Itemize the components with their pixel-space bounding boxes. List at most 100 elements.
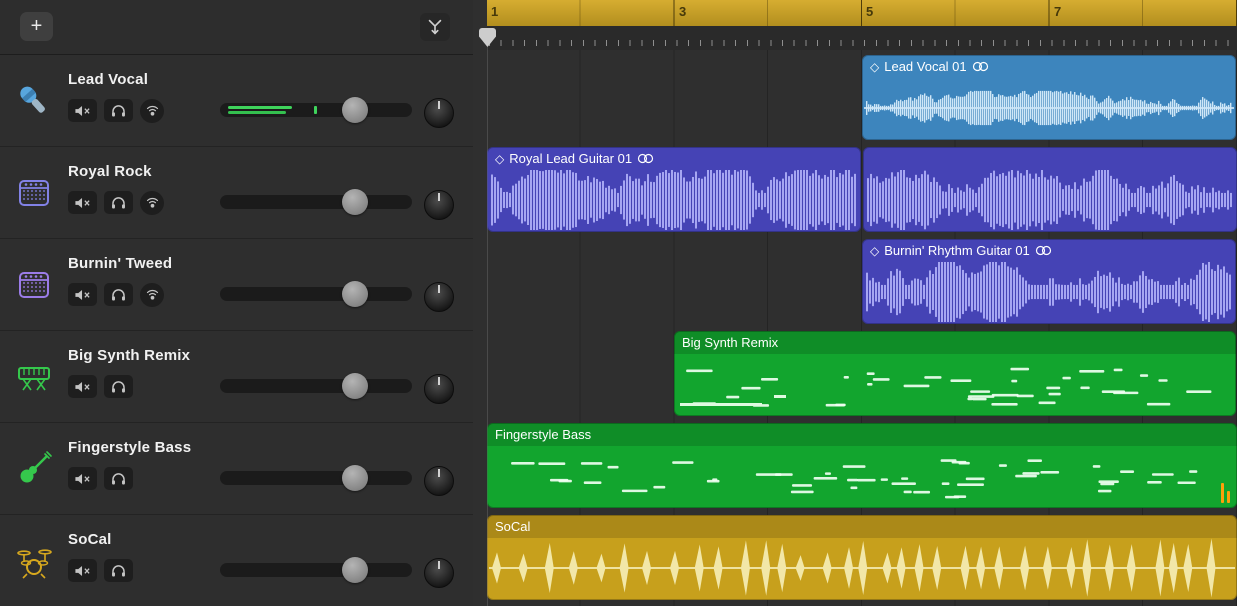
region-header: ◇ Royal Lead Guitar 01 — [487, 147, 861, 170]
headphones-icon — [111, 197, 126, 209]
follow-tempo-icon: ◇ — [495, 153, 504, 165]
bar-number: 3 — [679, 4, 686, 19]
guitar-amp-icon — [12, 261, 56, 309]
region-royal-lead-guitar-01-continued[interactable] — [863, 147, 1237, 232]
headphones-icon — [111, 473, 126, 485]
headphones-button[interactable] — [104, 375, 133, 398]
volume-slider[interactable] — [220, 563, 412, 577]
headphones-button[interactable] — [104, 467, 133, 490]
monitoring-icon — [145, 289, 160, 301]
region-label: Royal Lead Guitar 01 — [509, 151, 632, 166]
mute-speaker-icon — [74, 473, 91, 485]
volume-thumb[interactable] — [342, 97, 368, 123]
region-big-synth-remix[interactable]: Big Synth Remix — [674, 331, 1236, 416]
mute-speaker-icon — [74, 105, 91, 117]
guitar-amp-icon — [12, 169, 56, 217]
pan-knob[interactable] — [424, 558, 454, 588]
region-label: Fingerstyle Bass — [495, 427, 591, 442]
track-header-toolbar: + — [0, 0, 473, 55]
out-of-range-note-tick — [1227, 491, 1230, 503]
drum-kit-icon — [12, 537, 56, 585]
region-label: Lead Vocal 01 — [884, 59, 966, 74]
waveform — [864, 262, 1234, 322]
monitoring-button[interactable] — [140, 99, 164, 123]
track-row-burnin-tweed[interactable]: Burnin' Tweed — [0, 239, 473, 331]
track-row-big-synth-remix[interactable]: Big Synth Remix — [0, 331, 473, 423]
timeline-panel: 1 3 5 7 ◇ Lead Vocal 01 ◇ Royal Lea — [473, 0, 1237, 606]
track-name: Royal Rock — [68, 163, 152, 180]
volume-thumb[interactable] — [342, 281, 368, 307]
volume-slider[interactable] — [220, 379, 412, 393]
region-royal-lead-guitar-01[interactable]: ◇ Royal Lead Guitar 01 — [487, 147, 861, 232]
region-header — [863, 147, 1237, 170]
sub-beat-ruler[interactable] — [487, 26, 1237, 50]
volume-slider[interactable] — [220, 471, 412, 485]
headphones-button[interactable] — [104, 559, 133, 582]
track-row-socal[interactable]: SoCal — [0, 515, 473, 606]
pan-knob[interactable] — [424, 466, 454, 496]
midi-notes — [489, 446, 1235, 506]
headphones-icon — [111, 105, 126, 117]
headphones-icon — [111, 565, 126, 577]
bar-number: 7 — [1054, 4, 1061, 19]
volume-thumb[interactable] — [342, 465, 368, 491]
volume-slider[interactable] — [220, 195, 412, 209]
region-lead-vocal-01[interactable]: ◇ Lead Vocal 01 — [862, 55, 1236, 140]
mute-button[interactable] — [68, 99, 97, 122]
track-buttons — [68, 191, 164, 215]
region-header: Big Synth Remix — [674, 331, 1236, 354]
mute-button[interactable] — [68, 191, 97, 214]
track-buttons — [68, 283, 164, 307]
waveform — [864, 78, 1234, 138]
mute-button[interactable] — [68, 559, 97, 582]
out-of-range-note-tick — [1221, 483, 1224, 503]
headphones-button[interactable] — [104, 99, 133, 122]
waveform — [865, 170, 1235, 230]
region-fingerstyle-bass[interactable]: Fingerstyle Bass — [487, 423, 1237, 508]
region-header: ◇ Lead Vocal 01 — [862, 55, 1236, 78]
add-track-button[interactable]: + — [20, 12, 53, 41]
pan-knob[interactable] — [424, 282, 454, 312]
monitoring-button[interactable] — [140, 191, 164, 215]
playhead-line — [487, 47, 488, 606]
track-name: SoCal — [68, 531, 112, 548]
mute-button[interactable] — [68, 283, 97, 306]
bar-number: 5 — [866, 4, 873, 19]
midi-notes — [676, 354, 1234, 414]
volume-thumb[interactable] — [342, 373, 368, 399]
track-row-fingerstyle-bass[interactable]: Fingerstyle Bass — [0, 423, 473, 515]
track-buttons — [68, 467, 133, 490]
beat-ruler[interactable]: 1 3 5 7 — [487, 0, 1237, 26]
region-burnin-rhythm-guitar-01[interactable]: ◇ Burnin' Rhythm Guitar 01 — [862, 239, 1236, 324]
pan-knob[interactable] — [424, 98, 454, 128]
volume-thumb[interactable] — [342, 557, 368, 583]
region-socal[interactable]: SoCal — [487, 515, 1237, 600]
track-buttons — [68, 99, 164, 123]
mute-speaker-icon — [74, 197, 91, 209]
region-label: SoCal — [495, 519, 530, 534]
headphones-button[interactable] — [104, 191, 133, 214]
region-label: Big Synth Remix — [682, 335, 778, 350]
track-row-lead-vocal[interactable]: Lead Vocal — [0, 55, 473, 147]
track-header-panel: + Lead Vocal — [0, 0, 473, 606]
pan-knob[interactable] — [424, 190, 454, 220]
volume-thumb[interactable] — [342, 189, 368, 215]
volume-slider[interactable] — [220, 103, 412, 117]
loop-rings-icon — [637, 153, 654, 164]
monitoring-button[interactable] — [140, 283, 164, 307]
track-header-control-button[interactable] — [420, 13, 450, 41]
track-name: Lead Vocal — [68, 71, 148, 88]
track-row-royal-rock[interactable]: Royal Rock — [0, 147, 473, 239]
follow-tempo-icon: ◇ — [870, 61, 879, 73]
mute-speaker-icon — [74, 565, 91, 577]
region-header: ◇ Burnin' Rhythm Guitar 01 — [862, 239, 1236, 262]
merge-arrows-icon — [425, 17, 445, 37]
pan-knob[interactable] — [424, 374, 454, 404]
track-name: Fingerstyle Bass — [68, 439, 191, 456]
mute-button[interactable] — [68, 375, 97, 398]
mute-button[interactable] — [68, 467, 97, 490]
volume-slider[interactable] — [220, 287, 412, 301]
follow-tempo-icon: ◇ — [870, 245, 879, 257]
headphones-button[interactable] — [104, 283, 133, 306]
region-header: Fingerstyle Bass — [487, 423, 1237, 446]
